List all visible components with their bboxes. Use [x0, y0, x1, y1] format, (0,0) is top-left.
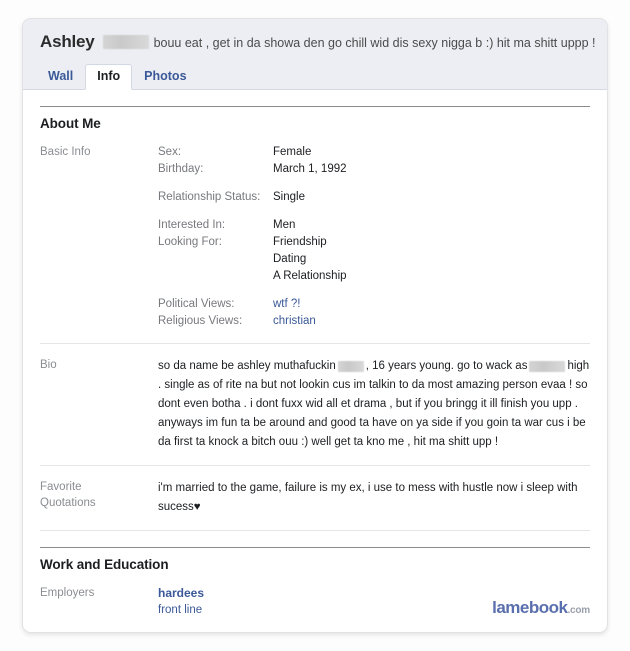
label-religious-views: Religious Views:	[158, 315, 243, 327]
favorite-quotations-block: Favorite Quotations i'm married to the g…	[40, 466, 590, 531]
watermark-tld: .com	[567, 605, 590, 616]
kv-group-relationship: Relationship Status: Single	[158, 189, 590, 206]
value-religious-views[interactable]: christian	[273, 313, 316, 330]
value-birthday: March 1, 1992	[273, 163, 347, 175]
label-relationship-status: Relationship Status:	[158, 191, 261, 203]
watermark-brand: lamebook	[492, 598, 568, 617]
value-looking-for-3: A Relationship	[273, 270, 347, 282]
redacted-bio-name	[337, 361, 364, 373]
label-sex: Sex:	[158, 146, 182, 158]
favorite-quotations-label-line1: Favorite	[40, 481, 82, 493]
section-heading-about-me: About Me	[40, 106, 590, 131]
label-political-views: Political Views:	[158, 298, 235, 310]
favorite-quotations-label-line2: Quotations	[40, 497, 96, 509]
value-relationship-status: Single	[273, 191, 305, 203]
label-birthday: Birthday:	[158, 163, 204, 175]
bio-text-part1: so da name be ashley muthafuckin	[158, 360, 336, 372]
basic-info-block: Basic Info Sex: Female Birthday: March 1…	[40, 131, 590, 344]
basic-info-label: Basic Info	[40, 146, 91, 158]
label-looking-for: Looking For:	[158, 236, 222, 248]
bio-block: Bio so da name be ashley muthafuckin , 16…	[40, 344, 590, 466]
favorite-quotations-text: i'm married to the game, failure is my e…	[158, 482, 578, 513]
favorite-quotations-content: i'm married to the game, failure is my e…	[158, 479, 590, 517]
profile-header: Ashley bouu eat , get in da showa den go …	[23, 19, 607, 90]
kv-group-views: Political Views: wtf ?! Religious Views:…	[158, 296, 590, 330]
row-looking-for: Looking For: Friendship	[158, 234, 590, 251]
row-political-views: Political Views: wtf ?!	[158, 296, 590, 313]
basic-info-content: Sex: Female Birthday: March 1, 1992 Rela…	[158, 144, 590, 330]
row-sex: Sex: Female	[158, 144, 590, 161]
favorite-quotations-label: Favorite Quotations	[40, 479, 158, 517]
bio-content: so da name be ashley muthafuckin , 16 yea…	[158, 357, 590, 452]
status-text: bouu eat , get in da showa den go chill …	[153, 36, 596, 50]
employers-label: Employers	[40, 587, 95, 599]
row-religious-views: Religious Views: christian	[158, 313, 590, 330]
lamebook-watermark: lamebook.com	[492, 598, 590, 619]
row-interested-in: Interested In: Men	[158, 217, 590, 234]
kv-group-identity: Sex: Female Birthday: March 1, 1992	[158, 144, 590, 178]
value-interested-in: Men	[273, 219, 296, 231]
row-birthday: Birthday: March 1, 1992	[158, 161, 590, 178]
tab-photos[interactable]: Photos	[132, 64, 198, 89]
label-interested-in: Interested In:	[158, 219, 226, 231]
value-looking-for: Friendship	[273, 236, 327, 248]
page-background: Ashley bouu eat , get in da showa den go …	[0, 0, 630, 651]
value-looking-for-2: Dating	[273, 253, 307, 265]
value-political-views[interactable]: wtf ?!	[273, 296, 300, 313]
redacted-bio-school	[529, 361, 566, 373]
value-sex: Female	[273, 146, 312, 158]
redacted-last-name	[102, 34, 149, 49]
status-line: Ashley bouu eat , get in da showa den go …	[23, 32, 607, 54]
profile-name: Ashley	[40, 32, 95, 51]
tab-wall[interactable]: Wall	[36, 64, 85, 89]
bio-label: Bio	[40, 359, 57, 371]
profile-card: Ashley bouu eat , get in da showa den go …	[22, 18, 608, 633]
bio-text-part3: high . single as of rite na but not look…	[158, 360, 590, 448]
bio-text-part2: , 16 years young. go to wack as	[365, 360, 528, 372]
row-relationship-status: Relationship Status: Single	[158, 189, 590, 206]
profile-tab-bar: Wall Info Photos	[23, 64, 607, 90]
profile-body: About Me Basic Info Sex: Female Birthday…	[23, 106, 607, 632]
tab-info[interactable]: Info	[85, 64, 133, 90]
bio-text: so da name be ashley muthafuckin , 16 yea…	[158, 357, 590, 452]
kv-group-interests: Interested In: Men Looking For: Friendsh…	[158, 217, 590, 285]
section-heading-work-education: Work and Education	[40, 547, 590, 572]
